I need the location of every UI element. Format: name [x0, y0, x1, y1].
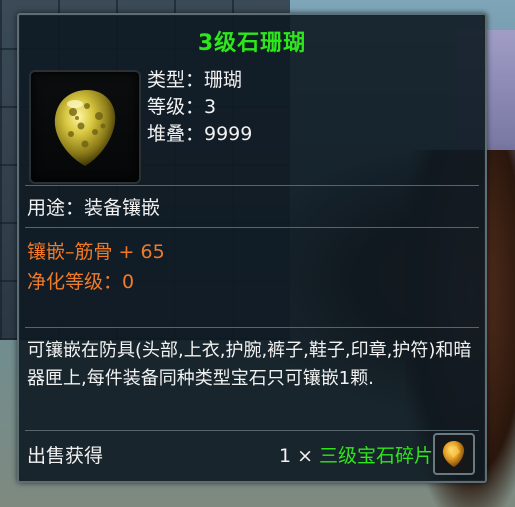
stat-purify-level: 净化等级：0: [27, 271, 135, 293]
divider: [25, 327, 479, 328]
sell-item-name: 三级宝石碎片: [318, 445, 433, 467]
item-usage: 用途：装备镶嵌: [27, 197, 161, 219]
divider: [25, 227, 479, 228]
item-tooltip: 3级石珊瑚 类型：珊瑚 等级：3 堆叠：9999 用途：装备镶嵌 镶嵌–筋骨 +…: [17, 13, 487, 483]
item-description: 可镶嵌在防具(头部,上衣,护腕,裤子,鞋子,印章,护符)和暗器匣上,每件装备同种…: [27, 340, 472, 389]
stat-inlay: 镶嵌–筋骨 + 65: [27, 241, 165, 263]
gem-fragment-icon: [442, 441, 465, 467]
item-level: 等级：3: [147, 96, 217, 118]
sell-times: ×: [297, 445, 313, 467]
coral-stone-icon: [54, 90, 116, 166]
item-stats: 镶嵌–筋骨 + 65 净化等级：0: [27, 237, 165, 297]
sell-quantity: 1: [278, 445, 292, 467]
item-type: 类型：珊瑚: [147, 69, 243, 91]
gem-fragment-icon-frame: [433, 433, 475, 475]
item-info: 类型：珊瑚 等级：3 堆叠：9999: [147, 67, 252, 148]
item-stack: 堆叠：9999: [147, 123, 253, 145]
sell-label: 出售获得: [27, 445, 104, 467]
item-title: 3级石珊瑚: [197, 31, 307, 56]
sell-reward: 1 × 三级宝石碎片: [279, 441, 433, 468]
divider: [25, 185, 479, 186]
divider: [25, 430, 479, 431]
item-icon-frame: [29, 70, 141, 184]
